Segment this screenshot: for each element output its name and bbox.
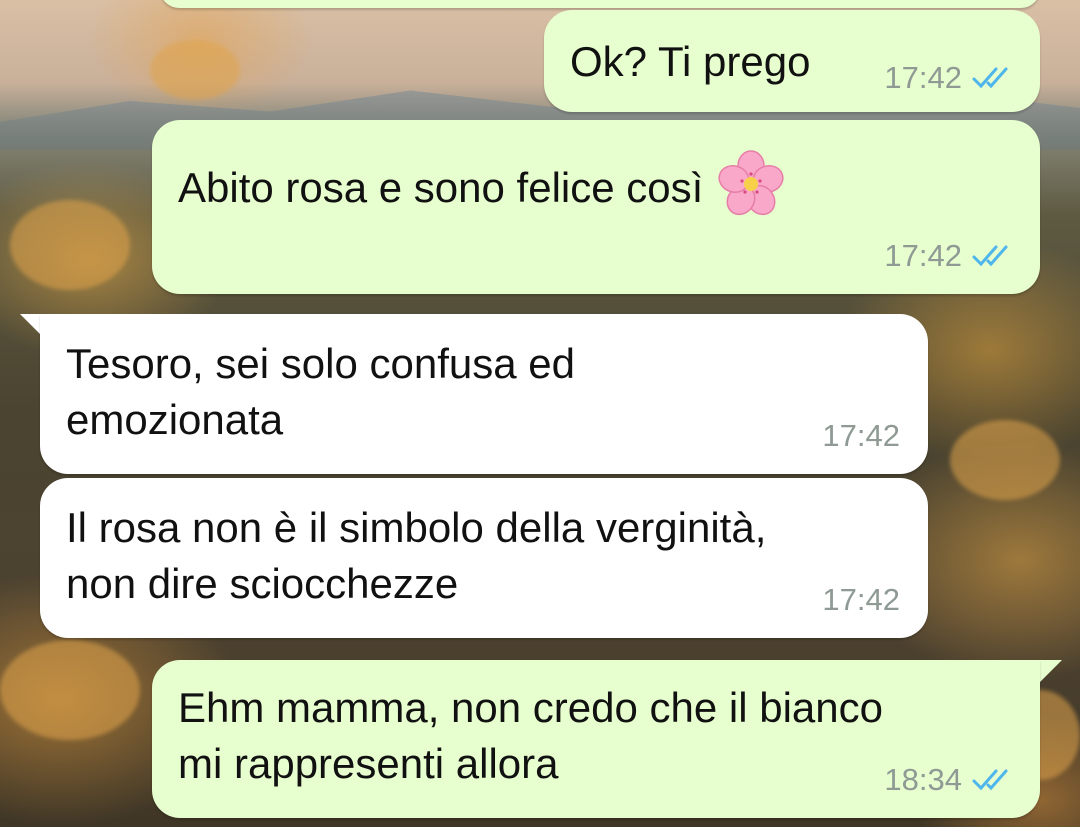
message-time: 18:34 — [884, 762, 962, 797]
message-line: non dire sciocchezze — [66, 560, 459, 607]
message-line: mi rappresenti allora — [178, 740, 559, 787]
message-line: emozionata — [66, 396, 284, 443]
wallpaper-flower — [950, 420, 1060, 500]
message-bubble-outgoing[interactable]: Abito rosa e sono felice così 17:42 — [152, 120, 1040, 294]
message-meta: 17:42 — [822, 582, 900, 618]
double-check-read-icon — [972, 65, 1016, 91]
bubble-tail — [1040, 660, 1062, 682]
message-meta: 17:42 — [884, 238, 1016, 274]
message-text: Ok? Ti prego — [570, 38, 811, 85]
message-time: 17:42 — [884, 238, 962, 273]
message-bubble-incoming[interactable]: Il rosa non è il simbolo della verginità… — [40, 478, 928, 638]
message-meta: 17:42 — [822, 418, 900, 454]
message-time: 17:42 — [822, 418, 900, 453]
message-line: Il rosa non è il simbolo della verginità… — [66, 504, 767, 551]
message-time: 17:42 — [884, 60, 962, 95]
cherry-blossom-icon — [715, 148, 787, 234]
message-meta: 17:42 — [884, 60, 1016, 96]
wallpaper-flower — [0, 640, 140, 740]
message-content: Abito rosa e sono felice così — [178, 148, 787, 234]
message-bubble-outgoing[interactable]: Ehm mamma, non credo che il bianco mi ra… — [152, 660, 1040, 818]
message-line: Tesoro, sei solo confusa ed — [66, 340, 575, 387]
double-check-read-icon — [972, 767, 1016, 793]
double-check-read-icon — [972, 243, 1016, 269]
message-time: 17:42 — [822, 582, 900, 617]
message-bubble-outgoing[interactable]: Ok? Ti prego 17:42 — [544, 10, 1040, 112]
message-meta: 18:34 — [884, 762, 1016, 798]
message-line: Ehm mamma, non credo che il bianco — [178, 684, 883, 731]
message-bubble-incoming[interactable]: Tesoro, sei solo confusa ed emozionata 1… — [40, 314, 928, 474]
message-text: Abito rosa e sono felice così — [178, 164, 704, 212]
wallpaper-flower — [10, 200, 130, 290]
message-bubble-partial — [160, 0, 1040, 8]
bubble-tail — [20, 314, 42, 336]
wallpaper-flower — [150, 40, 240, 100]
